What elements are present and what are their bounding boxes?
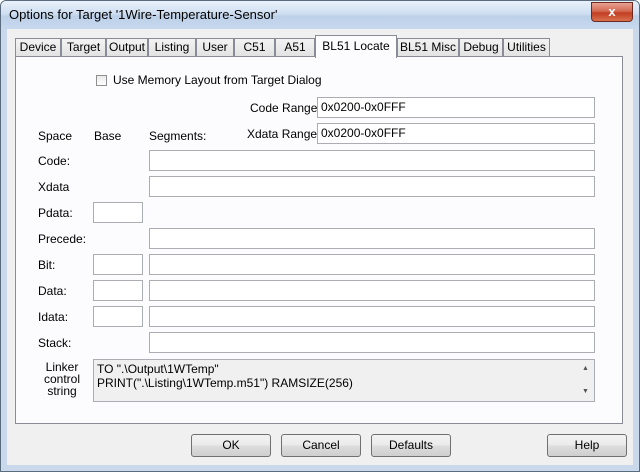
linker-line: TO ".\Output\1WTemp" [97, 362, 219, 376]
tab-target[interactable]: Target [61, 38, 106, 56]
pdata-base-input[interactable] [93, 202, 143, 223]
tab-a51[interactable]: A51 [275, 38, 315, 56]
bit-segments-input[interactable] [149, 254, 595, 275]
tab-output[interactable]: Output [106, 38, 148, 56]
scroll-up-arrow-icon[interactable]: ▲ [582, 362, 589, 376]
linker-scrollbar[interactable]: ▲ ▼ [579, 360, 594, 401]
bit-row-label: Bit: [38, 258, 56, 272]
scroll-down-arrow-icon[interactable]: ▼ [582, 385, 589, 399]
linker-line: PRINT(".\Listing\1WTemp.m51") RAMSIZE(25… [97, 376, 353, 390]
data-row-label: Data: [38, 284, 67, 298]
close-icon: x [608, 4, 616, 19]
ok-button[interactable]: OK [191, 434, 271, 457]
idata-base-input[interactable] [93, 306, 143, 327]
linker-control-string[interactable]: TO ".\Output\1WTemp" PRINT(".\Listing\1W… [93, 359, 595, 402]
precede-segments-input[interactable] [149, 228, 595, 249]
xdata-range-label: Xdata Range: [247, 127, 321, 141]
xdata-range-input[interactable]: 0x0200-0x0FFF [317, 123, 595, 144]
tab-bl51-locate[interactable]: BL51 Locate [315, 35, 397, 58]
code-range-input[interactable]: 0x0200-0x0FFF [317, 97, 595, 118]
tab-bar: Device Target Output Listing User C51 A5… [15, 35, 625, 58]
bl51-locate-panel: Use Memory Layout from Target Dialog Cod… [15, 56, 623, 424]
pdata-row-label: Pdata: [38, 206, 73, 220]
tab-c51[interactable]: C51 [234, 38, 275, 56]
title-bar[interactable]: Options for Target '1Wire-Temperature-Se… [1, 1, 639, 29]
close-button[interactable]: x [591, 2, 633, 22]
base-column-header: Base [94, 129, 122, 143]
defaults-button[interactable]: Defaults [371, 434, 451, 457]
idata-segments-input[interactable] [149, 306, 595, 327]
code-range-label: Code Range: [250, 101, 321, 115]
use-memory-layout-label: Use Memory Layout from Target Dialog [113, 73, 322, 87]
tab-bl51-misc[interactable]: BL51 Misc [397, 38, 459, 56]
precede-row-label: Precede: [38, 232, 87, 246]
dialog-body: Device Target Output Listing User C51 A5… [7, 29, 633, 465]
code-row-label: Code: [38, 154, 71, 168]
idata-row-label: Idata: [38, 310, 69, 324]
data-base-input[interactable] [93, 280, 143, 301]
tab-utilities[interactable]: Utilities [503, 38, 550, 56]
xdata-segments-input[interactable] [149, 176, 595, 197]
linker-control-label: Linker control string [44, 360, 81, 398]
tab-user[interactable]: User [196, 38, 234, 56]
use-memory-layout-checkbox[interactable] [96, 75, 107, 86]
stack-segments-input[interactable] [149, 332, 595, 353]
cancel-button[interactable]: Cancel [281, 434, 361, 457]
stack-row-label: Stack: [38, 336, 72, 350]
xdata-row-label: Xdata [38, 180, 70, 194]
tab-debug[interactable]: Debug [459, 38, 503, 56]
options-dialog: Options for Target '1Wire-Temperature-Se… [0, 0, 640, 472]
bit-base-input[interactable] [93, 254, 143, 275]
segments-column-header: Segments: [149, 129, 207, 143]
code-segments-input[interactable] [149, 150, 595, 171]
space-column-header: Space [38, 129, 73, 143]
tab-device[interactable]: Device [15, 38, 61, 56]
tab-listing[interactable]: Listing [148, 38, 196, 56]
data-segments-input[interactable] [149, 280, 595, 301]
help-button[interactable]: Help [547, 434, 627, 457]
window-title: Options for Target '1Wire-Temperature-Se… [9, 7, 278, 22]
